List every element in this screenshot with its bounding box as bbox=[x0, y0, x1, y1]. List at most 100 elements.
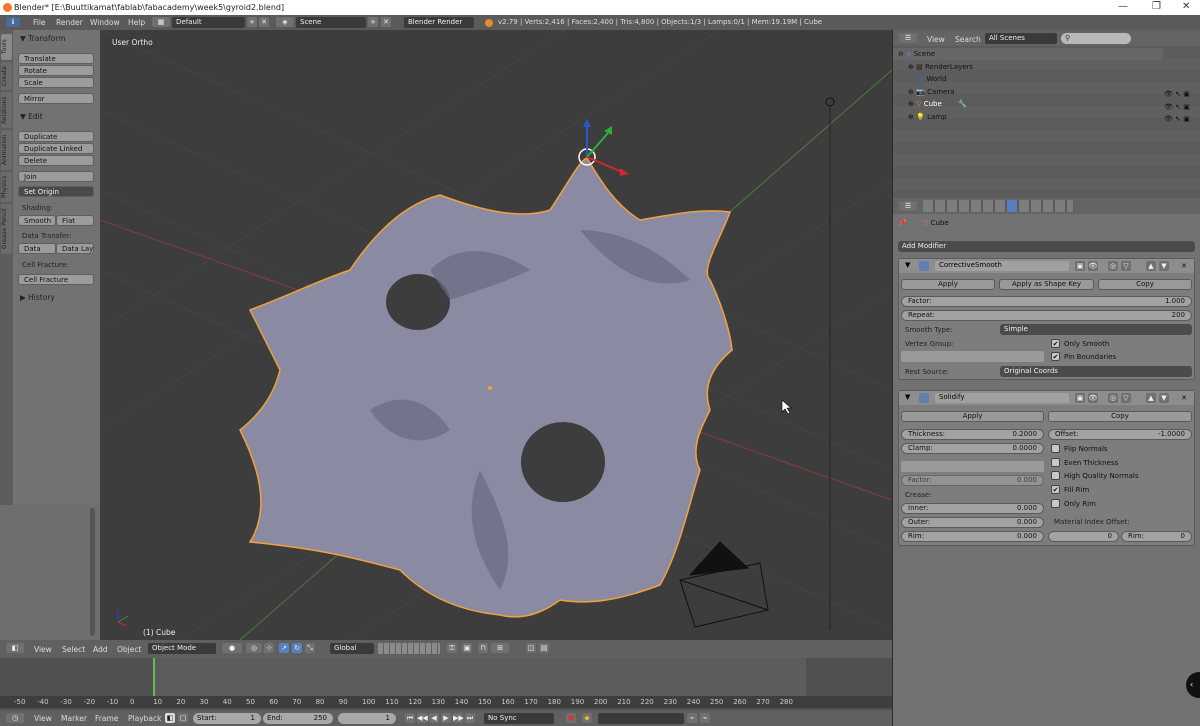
layout-field[interactable]: Default bbox=[172, 17, 245, 28]
data-button[interactable]: Data bbox=[18, 243, 56, 254]
duplicate-linked-button[interactable]: Duplicate Linked bbox=[18, 143, 94, 154]
minimize-button[interactable]: — bbox=[1118, 1, 1128, 12]
clamp-field[interactable]: Clamp: 0.0000 bbox=[901, 443, 1044, 454]
scene-remove-icon[interactable]: ✕ bbox=[381, 17, 391, 27]
collapse-arrow-icon[interactable]: ▼ bbox=[905, 393, 910, 401]
manipulator-toggle-icon[interactable]: ⊹ bbox=[264, 643, 274, 653]
material-offset-field[interactable]: 0 bbox=[1048, 531, 1119, 542]
lock-layers-icon[interactable]: ⚿ bbox=[447, 643, 457, 653]
outliner-filter-dropdown[interactable]: All Scenes bbox=[985, 33, 1057, 44]
copy-button[interactable]: Copy bbox=[1098, 279, 1192, 290]
transform-panel-header[interactable]: ▼ Transform bbox=[14, 34, 98, 46]
render-layer-icon[interactable]: ▣ bbox=[462, 643, 472, 653]
outliner-menu-view[interactable]: View bbox=[927, 35, 945, 44]
join-button[interactable]: Join bbox=[18, 171, 94, 182]
vertex-group-field[interactable] bbox=[901, 351, 1044, 362]
layer-buttons[interactable] bbox=[378, 643, 440, 654]
menu-object[interactable]: Object bbox=[117, 645, 141, 654]
maximize-button[interactable]: ❐ bbox=[1152, 1, 1161, 12]
jump-end-icon[interactable]: ⏭ bbox=[465, 713, 475, 723]
factor-field[interactable]: Factor: 1.000 bbox=[901, 296, 1192, 307]
layout-add-icon[interactable]: + bbox=[247, 17, 257, 27]
history-panel-header[interactable]: ▶ History bbox=[14, 293, 98, 305]
delete-button[interactable]: Delete bbox=[18, 155, 94, 166]
render-toggle-icon[interactable]: ◎ bbox=[1108, 261, 1118, 271]
menu-marker[interactable]: Marker bbox=[61, 714, 87, 723]
smooth-type-dropdown[interactable]: Simple bbox=[1000, 324, 1192, 335]
current-frame-field[interactable]: 1 bbox=[338, 713, 396, 724]
only-smooth-checkbox[interactable]: ✔ bbox=[1051, 339, 1060, 348]
render-engine-dropdown[interactable]: Blender Render bbox=[404, 17, 474, 28]
remove-modifier-icon[interactable]: ✕ bbox=[1179, 393, 1189, 403]
record-icon[interactable]: ● bbox=[566, 713, 576, 723]
editmode-toggle-icon[interactable]: ▣ bbox=[1075, 393, 1085, 403]
rotate-manipulator-icon[interactable]: ↻ bbox=[292, 643, 302, 653]
lamp-object[interactable] bbox=[825, 97, 835, 630]
crease-rim-field[interactable]: Rim: 0.000 bbox=[901, 531, 1044, 542]
editor-type-icon[interactable]: ℹ bbox=[6, 17, 20, 27]
clock-icon[interactable]: ◷ bbox=[6, 713, 24, 723]
apply-button[interactable]: Apply bbox=[901, 411, 1044, 422]
pin-boundaries-checkbox[interactable]: ✔ bbox=[1051, 352, 1060, 361]
menu-frame[interactable]: Frame bbox=[95, 714, 118, 723]
high-quality-normals-checkbox[interactable] bbox=[1051, 471, 1060, 480]
solidify-vertex-group-field[interactable] bbox=[901, 461, 1044, 472]
outliner-row-scene[interactable]: ⊖ ◈ Scene bbox=[898, 50, 935, 58]
end-frame-field[interactable]: End: 250 bbox=[263, 713, 333, 724]
outliner-row-lamp[interactable]: ⊕ 💡 Lamp bbox=[908, 113, 947, 121]
crease-outer-field[interactable]: Outer: 0.000 bbox=[901, 517, 1044, 528]
orientation-dropdown[interactable]: Global bbox=[330, 643, 374, 654]
even-thickness-checkbox[interactable] bbox=[1051, 458, 1060, 467]
only-rim-checkbox[interactable] bbox=[1051, 499, 1060, 508]
render-toggle-icon[interactable]: ◎ bbox=[1108, 393, 1118, 403]
editmode-toggle-icon[interactable]: ▣ bbox=[1075, 261, 1085, 271]
tab-tools[interactable]: Tools bbox=[1, 34, 12, 60]
apply-as-shape-key-button[interactable]: Apply as Shape Key bbox=[999, 279, 1094, 290]
layout-remove-icon[interactable]: ✕ bbox=[259, 17, 269, 27]
opengl-anim-icon[interactable]: ▤ bbox=[539, 643, 549, 653]
crease-inner-field[interactable]: Inner: 0.000 bbox=[901, 503, 1044, 514]
flat-button[interactable]: Flat bbox=[56, 215, 94, 226]
cage-toggle-icon[interactable]: ▽ bbox=[1121, 393, 1131, 403]
prev-keyframe-icon[interactable]: ◀◀ bbox=[417, 713, 428, 723]
keying-set-icon[interactable]: ◆ bbox=[582, 713, 592, 723]
area-divider[interactable] bbox=[892, 30, 893, 726]
menu-playback[interactable]: Playback bbox=[128, 714, 161, 723]
next-keyframe-icon[interactable]: ▶▶ bbox=[453, 713, 464, 723]
menu-render[interactable]: Render bbox=[56, 18, 83, 27]
rotate-button[interactable]: Rotate bbox=[18, 65, 94, 76]
menu-help[interactable]: Help bbox=[128, 18, 145, 27]
sync-dropdown[interactable]: No Sync bbox=[484, 713, 554, 724]
duplicate-button[interactable]: Duplicate bbox=[18, 131, 94, 142]
play-icon[interactable]: ▶ bbox=[441, 713, 451, 723]
translate-manipulator-icon[interactable]: ↗ bbox=[279, 643, 289, 653]
viewport-toggle-icon[interactable]: 👁 bbox=[1088, 261, 1098, 271]
translate-button[interactable]: Translate bbox=[18, 53, 94, 64]
repeat-field[interactable]: Repeat: 200 bbox=[901, 310, 1192, 321]
modifier-name-field[interactable]: CorrectiveSmooth bbox=[935, 261, 1069, 271]
outliner-row-camera[interactable]: ⊕ 📷 Camera bbox=[908, 88, 955, 96]
pivot-point-icon[interactable]: ◎ bbox=[246, 643, 262, 653]
camera-object[interactable] bbox=[679, 541, 769, 628]
smooth-button[interactable]: Smooth bbox=[18, 215, 56, 226]
fill-rim-checkbox[interactable]: ✔ bbox=[1051, 485, 1060, 494]
tab-create[interactable]: Create bbox=[1, 62, 12, 90]
properties-context-tabs[interactable] bbox=[923, 200, 1073, 212]
layout-icon[interactable]: ▦ bbox=[152, 17, 170, 27]
snap-element-icon[interactable]: ⊞ bbox=[491, 643, 509, 653]
lock-range-icon[interactable]: ▢ bbox=[178, 713, 188, 723]
delete-keyframe-icon[interactable]: ⌁ bbox=[700, 713, 710, 723]
properties-type-icon[interactable]: ☰ bbox=[899, 201, 917, 211]
scene-add-icon[interactable]: + bbox=[368, 17, 378, 27]
viewport-shading-icon[interactable]: ● bbox=[222, 643, 242, 653]
outliner-search-input[interactable]: ⚲ bbox=[1061, 33, 1131, 44]
flip-normals-checkbox[interactable] bbox=[1051, 444, 1060, 453]
preview-range-icon[interactable]: ◧ bbox=[165, 713, 175, 723]
cell-fracture-button[interactable]: Cell Fracture bbox=[18, 274, 94, 285]
outliner-type-icon[interactable]: ☰ bbox=[899, 33, 917, 43]
play-reverse-icon[interactable]: ◀ bbox=[429, 713, 439, 723]
jump-start-icon[interactable]: ⏮ bbox=[405, 713, 415, 723]
data-layout-button[interactable]: Data Layo bbox=[56, 243, 94, 254]
viewport-toggle-icon[interactable]: 👁 bbox=[1088, 393, 1098, 403]
move-up-icon[interactable]: ▲ bbox=[1146, 393, 1156, 403]
